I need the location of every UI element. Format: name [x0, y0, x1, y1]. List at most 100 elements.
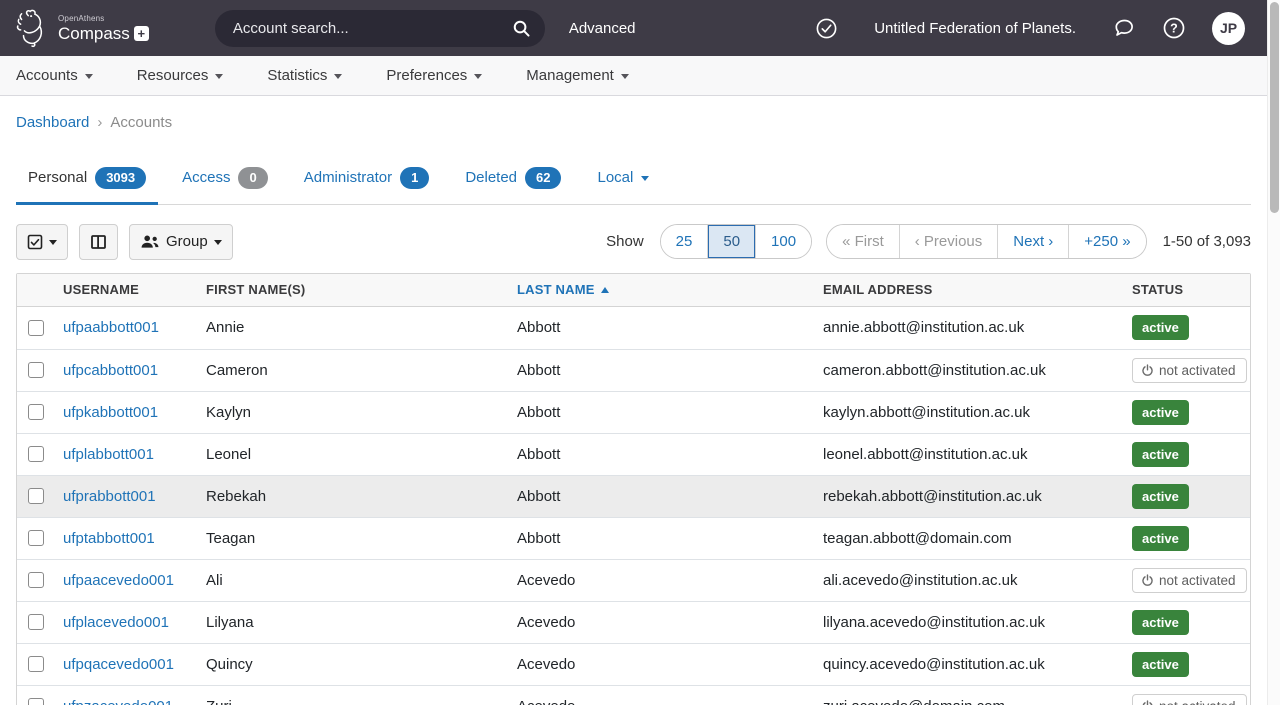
last-name-cell: Acevedo: [517, 614, 823, 631]
first-name-cell: Ali: [206, 572, 517, 589]
chevron-down-icon: [85, 74, 93, 79]
row-select-checkbox[interactable]: [28, 320, 44, 336]
organization-name[interactable]: Untitled Federation of Planets.: [874, 20, 1076, 37]
row-select-checkbox[interactable]: [28, 614, 44, 630]
chevron-down-icon: [49, 240, 57, 245]
tab-personal-count: 3093: [95, 167, 146, 189]
status-cell: active: [1132, 484, 1250, 509]
previous-page-button[interactable]: ‹ Previous: [899, 225, 998, 258]
row-select-checkbox[interactable]: [28, 362, 44, 378]
page-size-100-button[interactable]: 100: [755, 225, 811, 258]
row-select-checkbox[interactable]: [28, 446, 44, 462]
tab-access[interactable]: Access 0: [170, 159, 280, 205]
status-badge-active: active: [1132, 526, 1189, 551]
page-size-50-button[interactable]: 50: [707, 225, 755, 258]
advanced-search-link[interactable]: Advanced: [569, 20, 636, 37]
column-header-last-name-label: LAST NAME: [517, 282, 595, 297]
breadcrumb-current: Accounts: [110, 114, 172, 131]
username-link[interactable]: ufpcabbott001: [63, 362, 158, 379]
username-link[interactable]: ufpkabbott001: [63, 404, 158, 421]
breadcrumb: Dashboard › Accounts: [16, 114, 1251, 131]
scrollbar-thumb[interactable]: [1270, 2, 1279, 213]
username-link[interactable]: ufplacevedo001: [63, 614, 169, 631]
tab-local[interactable]: Local: [585, 159, 661, 205]
account-search: [215, 10, 545, 47]
status-badge-active: active: [1132, 652, 1189, 677]
username-link[interactable]: ufptabbott001: [63, 530, 155, 547]
row-select-checkbox[interactable]: [28, 530, 44, 546]
username-link[interactable]: ufpaabbott001: [63, 319, 159, 336]
column-header-username[interactable]: USERNAME: [63, 282, 206, 297]
columns-button[interactable]: [79, 224, 118, 260]
column-header-email[interactable]: EMAIL ADDRESS: [823, 282, 1132, 297]
chevron-down-icon: [334, 74, 342, 79]
group-button[interactable]: Group: [129, 224, 233, 260]
brand-openathens-label: OpenAthens: [58, 15, 149, 23]
first-name-cell: Rebekah: [206, 488, 517, 505]
tab-administrator-label: Administrator: [304, 169, 392, 186]
last-name-cell: Abbott: [517, 362, 823, 379]
svg-text:?: ?: [1170, 22, 1178, 36]
tab-deleted[interactable]: Deleted 62: [453, 159, 573, 205]
page-size-25-button[interactable]: 25: [661, 225, 708, 258]
status-badge-active: active: [1132, 315, 1189, 340]
username-link[interactable]: ufplabbott001: [63, 446, 154, 463]
account-search-input[interactable]: [233, 20, 505, 37]
column-header-status[interactable]: STATUS: [1132, 282, 1250, 297]
status-badge-active: active: [1132, 442, 1189, 467]
row-select-checkbox[interactable]: [28, 572, 44, 588]
user-avatar[interactable]: JP: [1212, 12, 1245, 45]
vertical-scrollbar[interactable]: [1267, 0, 1280, 705]
table-row: ufpaacevedo001AliAcevedoali.acevedo@inst…: [17, 559, 1250, 601]
tab-personal[interactable]: Personal 3093: [16, 159, 158, 205]
username-link[interactable]: ufpzacevedo001: [63, 698, 173, 705]
next-page-button[interactable]: Next ›: [997, 225, 1068, 258]
status-badge-active: active: [1132, 484, 1189, 509]
main-menu: Accounts Resources Statistics Preference…: [0, 56, 1267, 96]
username-link[interactable]: ufpqacevedo001: [63, 656, 174, 673]
chat-icon[interactable]: [1112, 16, 1136, 40]
account-rows: ufpaabbott001AnnieAbbottannie.abbott@ins…: [17, 307, 1250, 705]
row-select-checkbox[interactable]: [28, 698, 44, 705]
help-icon[interactable]: ?: [1162, 16, 1186, 40]
tab-administrator[interactable]: Administrator 1: [292, 159, 442, 205]
row-select-checkbox[interactable]: [28, 656, 44, 672]
tab-access-label: Access: [182, 169, 230, 186]
column-header-last-name[interactable]: LAST NAME: [517, 282, 823, 297]
email-cell: ali.acevedo@institution.ac.uk: [823, 572, 1132, 589]
menu-accounts[interactable]: Accounts: [16, 67, 93, 84]
menu-statistics[interactable]: Statistics: [267, 67, 342, 84]
power-icon: [1141, 574, 1154, 587]
menu-preferences[interactable]: Preferences: [386, 67, 482, 84]
power-icon: [1141, 364, 1154, 377]
first-page-button[interactable]: « First: [827, 225, 899, 258]
status-check-icon[interactable]: [815, 17, 838, 40]
last-name-cell: Abbott: [517, 530, 823, 547]
search-icon[interactable]: [505, 11, 539, 45]
status-cell: active: [1132, 652, 1250, 677]
table-row: ufpkabbott001KaylynAbbottkaylyn.abbott@i…: [17, 391, 1250, 433]
status-cell: active: [1132, 315, 1250, 340]
first-name-cell: Cameron: [206, 362, 517, 379]
table-row: ufptabbott001TeaganAbbottteagan.abbott@d…: [17, 517, 1250, 559]
column-header-first-name[interactable]: FIRST NAME(S): [206, 282, 517, 297]
select-all-dropdown-button[interactable]: [16, 224, 68, 260]
table-row: ufpzacevedo001ZuriAcevedozuri.acevedo@do…: [17, 685, 1250, 705]
pagination-group: « First ‹ Previous Next › +250 »: [826, 224, 1147, 259]
email-cell: zuri.acevedo@domain.com: [823, 698, 1132, 705]
row-select-checkbox[interactable]: [28, 488, 44, 504]
row-select-checkbox[interactable]: [28, 404, 44, 420]
first-name-cell: Kaylyn: [206, 404, 517, 421]
brand-logo[interactable]: OpenAthens Compass +: [14, 7, 149, 49]
username-link[interactable]: ufprabbott001: [63, 488, 156, 505]
jump-250-button[interactable]: +250 »: [1068, 225, 1145, 258]
status-cell: active: [1132, 400, 1250, 425]
group-button-label: Group: [166, 233, 208, 250]
menu-management[interactable]: Management: [526, 67, 629, 84]
breadcrumb-dashboard-link[interactable]: Dashboard: [16, 114, 89, 131]
status-cell: not activated: [1132, 358, 1250, 383]
status-cell: not activated: [1132, 694, 1250, 705]
menu-resources[interactable]: Resources: [137, 67, 224, 84]
compass-plus-icon: +: [134, 26, 149, 41]
username-link[interactable]: ufpaacevedo001: [63, 572, 174, 589]
